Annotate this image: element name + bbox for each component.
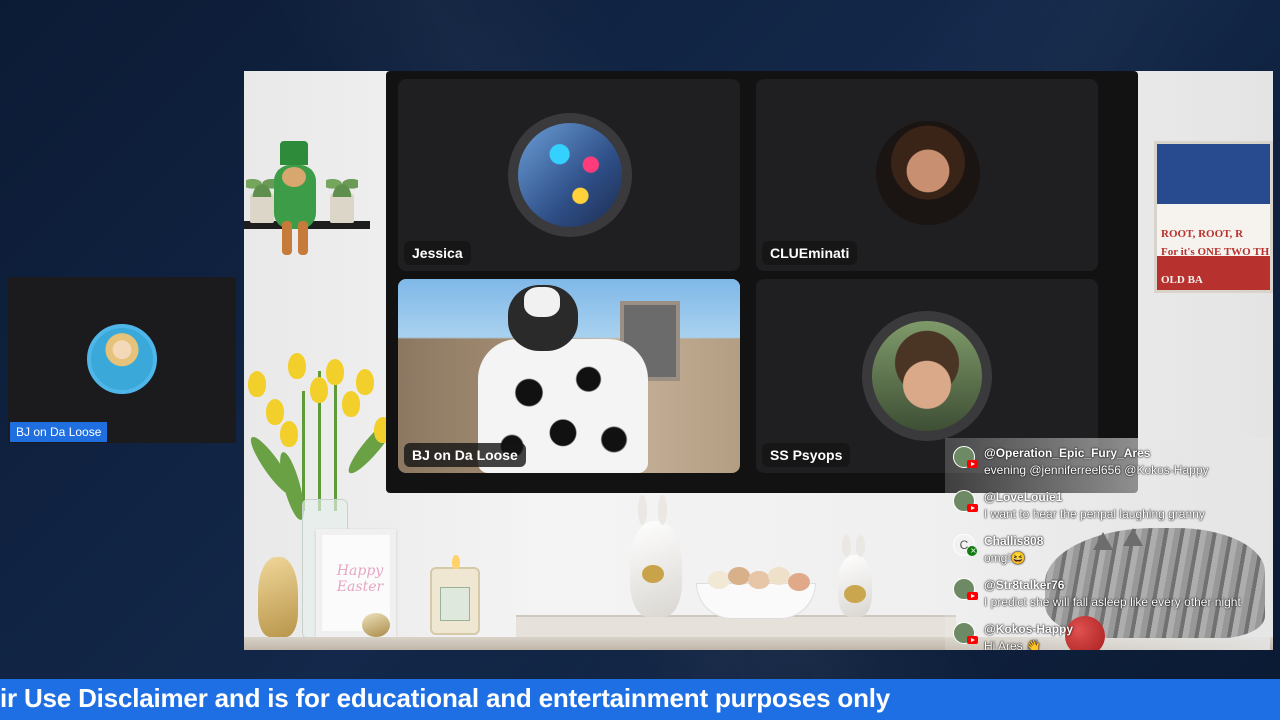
egg	[728, 567, 750, 585]
chat-username: @LoveLouie1	[984, 490, 1063, 504]
live-chat-overlay: @Operation_Epic_Fury_Ares evening @jenni…	[945, 438, 1270, 650]
chat-message: @LoveLouie1 I want to hear the penpal la…	[945, 486, 1270, 526]
tulip-icon	[356, 369, 374, 395]
video-call-grid: Jessica CLUEminati BJ on Da Loose SS Psy…	[386, 71, 1138, 493]
chat-message: @Str8talker76 I predict she will fall as…	[945, 574, 1270, 614]
participant-name: BJ on Da Loose	[404, 443, 526, 467]
bunny-ear	[638, 495, 647, 525]
tulip-icon	[280, 421, 298, 447]
candle-label	[440, 587, 470, 621]
chat-text: I want to hear the penpal laughing grann…	[984, 507, 1205, 521]
youtube-icon	[967, 504, 978, 512]
avatar	[518, 123, 622, 227]
gold-bunny-figurine	[258, 557, 298, 637]
chat-message: @Operation_Epic_Fury_Ares evening @jenni…	[945, 442, 1270, 482]
chat-message: @Kokos-Happy Hi Ares 👋	[945, 618, 1270, 650]
gold-egg	[844, 585, 866, 603]
chat-username: @Operation_Epic_Fury_Ares	[984, 446, 1151, 460]
side-participant-name: BJ on Da Loose	[10, 422, 108, 442]
egg	[748, 571, 770, 589]
poster-line: ROOT, ROOT, R	[1161, 228, 1244, 240]
tulip-icon	[326, 359, 344, 385]
egg	[788, 573, 810, 591]
disclaimer-ticker: ir Use Disclaimer and is for educational…	[0, 679, 1280, 720]
youtube-icon	[967, 460, 978, 468]
leprechaun-leg	[282, 221, 292, 255]
tulip-icon	[248, 371, 266, 397]
participant-tile-jessica[interactable]: Jessica	[398, 79, 740, 271]
chat-text: omg!😆	[984, 551, 1026, 565]
chat-username: Challis808	[984, 534, 1044, 548]
participant-tile-clueminati[interactable]: CLUEminati	[756, 79, 1098, 271]
potted-plant-icon	[246, 175, 278, 223]
avatar	[872, 321, 982, 431]
poster-footer: OLD BA	[1157, 256, 1270, 290]
tulip-icon	[310, 377, 328, 403]
candle-flame-icon	[452, 555, 460, 569]
cow-snout	[524, 287, 560, 317]
gold-egg-figurine	[362, 613, 390, 637]
participant-name: Jessica	[404, 241, 471, 265]
avatar	[876, 121, 980, 225]
chat-message: C Challis808 omg!😆	[945, 530, 1270, 570]
tulip-icon	[342, 391, 360, 417]
participant-tile-bj-on-da-loose[interactable]: BJ on Da Loose	[398, 279, 740, 473]
egg	[768, 567, 790, 585]
ticker-text: ir Use Disclaimer and is for educational…	[0, 683, 891, 713]
candle	[430, 555, 480, 635]
baseball-poster: ROOT, ROOT, R For it's ONE TWO TH OLD BA	[1154, 141, 1273, 293]
chat-text: Hi Ares 👋	[984, 639, 1041, 650]
gold-egg	[642, 565, 664, 583]
bunny-ear	[842, 535, 851, 557]
participant-name: CLUEminati	[762, 241, 858, 265]
chat-username: @Str8talker76	[984, 578, 1065, 592]
bunny-ear	[856, 535, 865, 557]
participant-name: SS Psyops	[762, 443, 851, 467]
chat-text: evening @jenniferreel656 @Kokos-Happy	[984, 463, 1209, 477]
bunny-ear	[658, 495, 667, 525]
leprechaun-face	[282, 167, 306, 187]
egg	[708, 571, 730, 589]
profile-avatar-icon	[87, 324, 157, 394]
easter-card-text: Happy Easter	[336, 563, 384, 595]
tulip-icon	[288, 353, 306, 379]
tulip-icon	[266, 399, 284, 425]
leprechaun-hat	[280, 141, 308, 165]
poster-line: OLD BA	[1161, 274, 1203, 286]
chat-text: I predict she will fall asleep like ever…	[984, 595, 1241, 609]
potted-plant-icon	[326, 175, 358, 223]
chat-username: @Kokos-Happy	[984, 622, 1074, 636]
xbox-icon	[967, 546, 977, 556]
youtube-icon	[967, 592, 978, 600]
poster-logo-block	[1157, 144, 1270, 204]
youtube-icon	[967, 636, 978, 644]
tulip-stem	[302, 391, 305, 511]
leprechaun-leg	[298, 221, 308, 255]
